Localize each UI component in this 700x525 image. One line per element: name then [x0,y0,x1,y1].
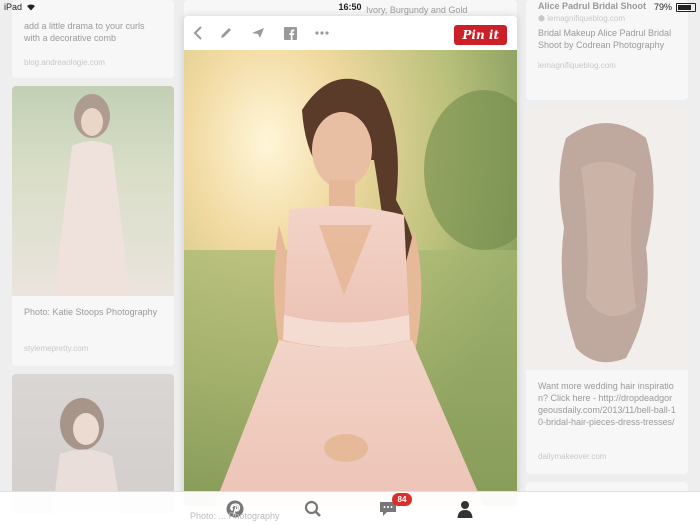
pin-image [12,86,174,296]
source-badge-icon: ⬢ [538,14,548,23]
pin-description: Bridal Makeup Alice Padrul Bridal Shoot … [538,28,672,50]
status-right: 79% [654,2,696,12]
ellipsis-icon[interactable] [312,23,332,43]
pencil-icon[interactable] [216,23,236,43]
pin-description: Photo: Katie Stoops Photography [24,307,158,317]
status-bar: iPad 16:50 79% [0,0,700,14]
pin-toolbar: Pin it [184,16,517,50]
bride-figure-image [54,94,130,296]
bride-photo [184,50,517,506]
pin-image [526,108,688,370]
facebook-icon[interactable] [280,23,300,43]
clock: 16:50 [338,2,362,12]
pin-source: stylemepretty.com [24,344,89,353]
pin-detail-modal: Pin it [184,16,517,506]
pin-source: lemagnifiqueblog.com [538,61,616,70]
pin-main-image[interactable] [184,50,517,506]
search-icon[interactable] [302,498,324,520]
pin-source: blog.andreaologie.com [24,58,105,67]
pin-description: Want more wedding hair inspiration? Clic… [538,381,676,427]
chevron-left-icon[interactable] [188,23,208,43]
person-icon[interactable] [454,498,476,520]
pin-it-button[interactable]: Pin it [454,25,507,45]
battery-icon [676,2,696,12]
paper-plane-icon[interactable] [248,23,268,43]
pin-source: dailymakeover.com [538,452,607,461]
pin-card[interactable]: Alice Padrul Bridal Shoot ⬢ lemagnifique… [526,0,688,100]
bottom-tab-bar: Photo: ... Photography 84 [0,491,700,525]
hairstyle-image [559,123,654,363]
messages-badge: 84 [392,493,412,506]
source-badge-label: lemagnifiqueblog.com [547,14,626,23]
pin-card[interactable]: Want more wedding hair inspiration? Clic… [526,108,688,474]
pin-card[interactable]: Photo: Katie Stoops Photography stylemep… [12,86,174,366]
pin-source-badge: ⬢ lemagnifiqueblog.com [526,14,688,23]
ghost-caption: Photo: ... Photography [190,511,280,521]
battery-percent: 79% [653,2,672,12]
